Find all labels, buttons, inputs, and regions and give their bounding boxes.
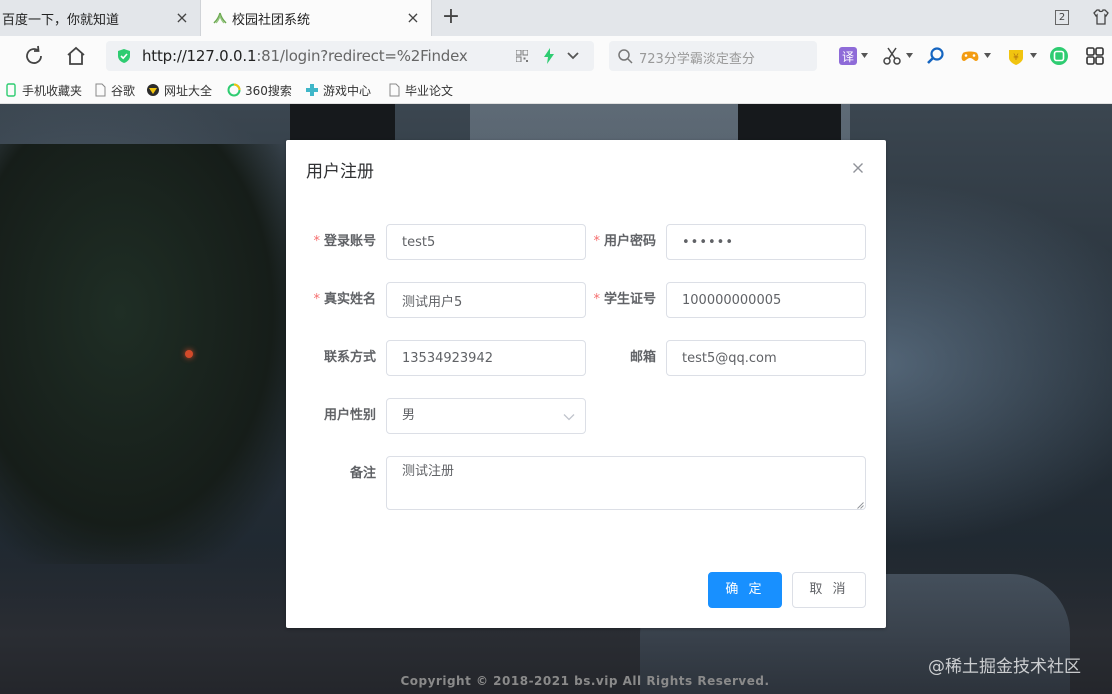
url-host: http://127.0.0.1 [142,47,257,65]
background-post [290,104,395,140]
phone-label: 联系方式 [323,350,376,365]
bookmark-game-center[interactable]: 游戏中心 [305,81,371,99]
svg-text:¥: ¥ [1013,53,1019,63]
bookmark-label: 毕业论文 [405,83,454,98]
magnifier-icon[interactable] [926,46,946,66]
register-dialog: 用户注册 *登录账号 *用户密码 *真实姓名 *学生证号 联系方式 邮箱 用户性… [286,140,886,628]
bookmark-url-directory[interactable]: 网址大全 [146,81,212,99]
bookmark-label: 手机收藏夹 [22,83,83,98]
game-center-icon [306,84,318,96]
bookmark-label: 谷歌 [111,83,136,98]
remark-label: 备注 [349,466,376,481]
phone-icon [6,83,16,97]
tab-counter-icon[interactable]: 2 [1055,10,1069,25]
gender-selected-value: 男 [402,408,416,423]
resize-handle-icon[interactable] [857,502,864,509]
background-trees [0,144,300,564]
tab-baidu[interactable]: 百度一下，你就知道 × [0,0,200,36]
scissors-icon[interactable] [882,46,902,66]
address-bar[interactable]: http://127.0.0.1:81/login?redirect=%2Fin… [106,41,594,71]
qr-code-icon[interactable] [516,50,528,62]
chevron-down-icon[interactable] [566,50,580,62]
chevron-down-icon [563,414,575,421]
new-tab-button[interactable]: + [440,6,462,28]
caret-down-icon[interactable] [906,53,913,58]
account-label: * 登录账号 [313,234,376,249]
gender-label: 用户性别 [323,408,376,423]
translate-icon[interactable]: 译 [838,46,858,66]
svg-text:译: 译 [842,50,854,64]
url-path: :81/login?redirect=%2Findex [256,47,468,65]
browser-tab-bar: 百度一下，你就知道 × 校园社团系统 × + 2 [0,0,1112,36]
360-icon [227,83,241,97]
globe-icon [147,84,159,96]
page-icon [389,83,400,97]
caret-down-icon[interactable] [984,53,991,58]
refresh-icon[interactable] [22,44,46,68]
chat-icon[interactable] [1049,46,1069,66]
password-label: * 用户密码 [593,234,656,249]
leaf-icon [213,12,227,24]
address-url[interactable]: http://127.0.0.1:81/login?redirect=%2Fin… [142,47,468,65]
bookmark-label: 网址大全 [164,83,213,98]
tab-campus-club-system[interactable]: 校园社团系统 × [200,0,432,36]
phone-input[interactable] [386,340,586,376]
student-id-input[interactable] [666,282,866,318]
gamepad-icon[interactable] [960,46,980,66]
search-icon [618,49,633,64]
lightning-icon[interactable] [542,48,556,64]
home-icon[interactable] [64,44,88,68]
real-name-label: * 真实姓名 [313,292,376,307]
real-name-input[interactable] [386,282,586,318]
email-label: 邮箱 [629,350,656,365]
bookmark-360-search[interactable]: 360搜索 [227,81,292,99]
search-placeholder: 723分学霸淡定查分 [639,52,755,67]
close-icon[interactable] [850,160,866,176]
skin-icon[interactable] [1092,8,1110,26]
tab-title: 百度一下，你就知道 [2,12,120,28]
caret-down-icon[interactable] [861,53,868,58]
dialog-title: 用户注册 [306,162,374,182]
bookmark-google[interactable]: 谷歌 [93,81,135,99]
wallet-icon[interactable]: ¥ [1006,46,1026,66]
browser-toolbar: http://127.0.0.1:81/login?redirect=%2Fin… [0,36,1112,76]
tab-close-icon[interactable]: × [174,10,190,26]
bookmark-label: 游戏中心 [323,83,372,98]
remark-textarea[interactable]: 测试注册 [386,456,866,510]
cancel-button[interactable]: 取 消 [792,572,866,608]
tab-close-icon[interactable]: × [405,10,421,26]
browser-search-box[interactable]: 723分学霸淡定查分 [609,41,817,71]
background-lantern [185,350,193,358]
shield-icon [118,49,130,63]
caret-down-icon[interactable] [1030,53,1037,58]
bookmark-label: 360搜索 [245,83,292,98]
page-icon [95,83,106,97]
background-post [738,104,841,140]
confirm-button[interactable]: 确 定 [708,572,782,608]
account-input[interactable] [386,224,586,260]
email-input[interactable] [666,340,866,376]
gender-select[interactable]: 男 [386,398,586,434]
bookmarks-bar: 手机收藏夹 谷歌 网址大全 360搜索 游戏中心 毕业论文 [0,76,1112,104]
bookmark-graduation-thesis[interactable]: 毕业论文 [387,81,453,99]
watermark-text: @稀土掘金技术社区 [928,657,1081,677]
password-input[interactable] [666,224,866,260]
apps-grid-icon[interactable] [1085,46,1105,66]
bookmark-mobile-favorites[interactable]: 手机收藏夹 [4,81,82,99]
tab-title: 校园社团系统 [232,12,311,28]
student-id-label: * 学生证号 [593,292,656,307]
